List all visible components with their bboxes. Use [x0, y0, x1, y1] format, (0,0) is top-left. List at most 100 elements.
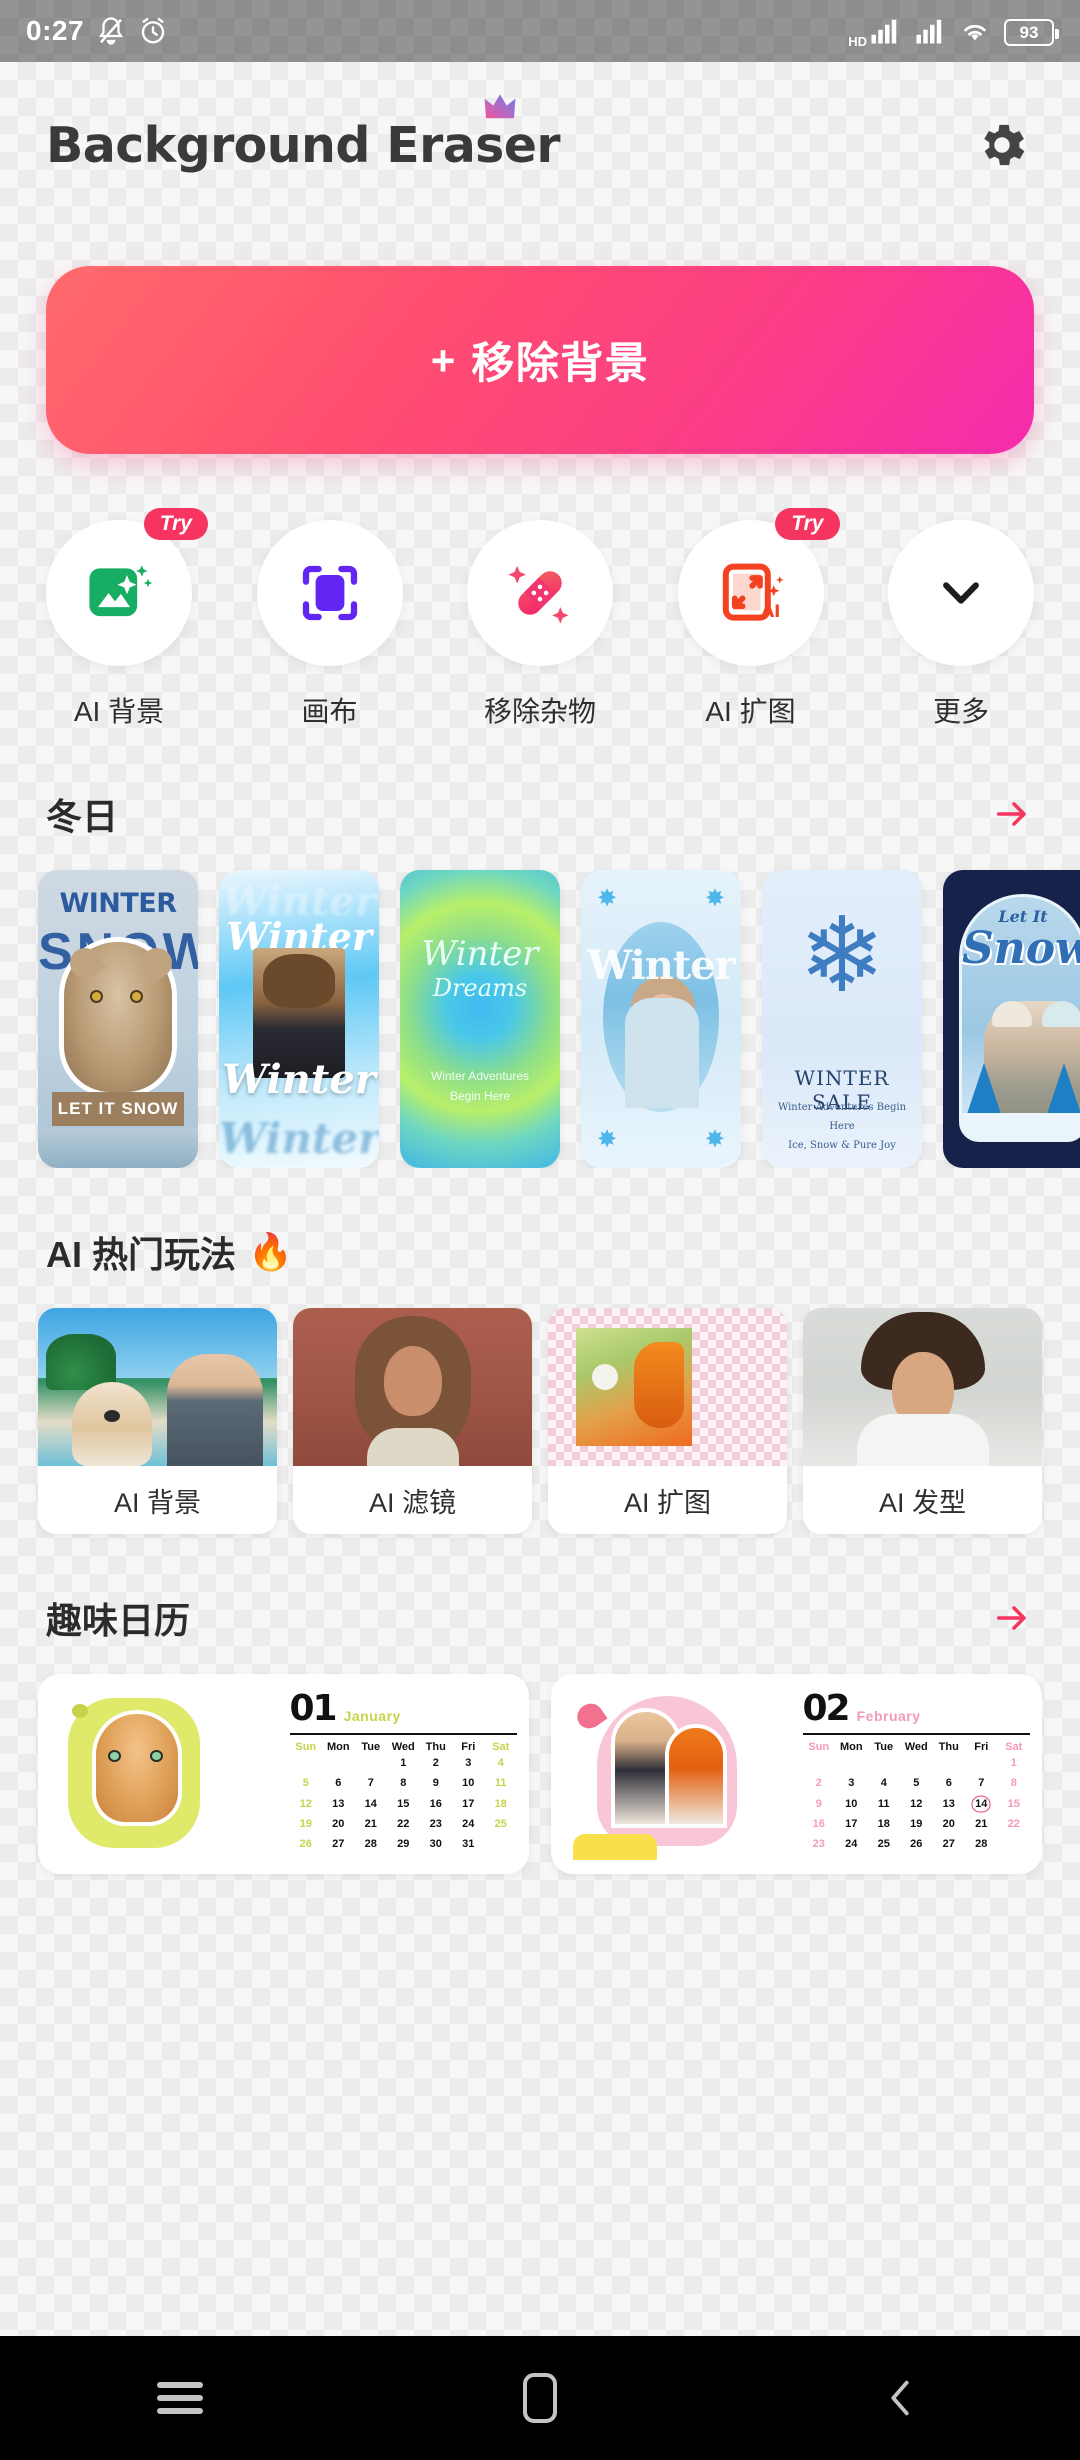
ai-card-expand[interactable]: AI 扩图 [548, 1308, 787, 1534]
calendar-date-cell: 30 [429, 1838, 442, 1851]
calendar-day-header: Wed [391, 1741, 415, 1753]
template-card[interactable]: Let It Snow [943, 870, 1080, 1168]
calendar-month-number: 01 [289, 1688, 338, 1729]
back-button[interactable] [840, 2363, 960, 2433]
card-decor [856, 1414, 989, 1466]
calendar-date-cell: 11 [877, 1797, 890, 1810]
calendar-date-cell: 14 [965, 1794, 998, 1814]
calendar-day-header: Fri [461, 1741, 476, 1753]
signal-bars-icon [871, 19, 897, 44]
template-caption: Winter Adventures Begin Here Ice, Snow &… [762, 1098, 922, 1155]
calendar-day-header: Sat [492, 1741, 510, 1753]
crown-icon [484, 93, 516, 118]
tool-more[interactable]: 更多 [878, 520, 1044, 730]
tool-circle [888, 520, 1034, 666]
winter-template-strip[interactable]: WINTER SNOW LET IT SNOW Winter Winter Wi… [0, 840, 1080, 1168]
calendar-date-cell: 25 [877, 1838, 890, 1851]
tool-canvas[interactable]: 画布 [247, 520, 413, 730]
template-card[interactable]: WINTER SNOW LET IT SNOW [38, 870, 198, 1168]
heart-icon [572, 1698, 608, 1734]
calendar-dates: 1 2 3 4 5 6 7 8 9 10 11 12 13 14 15 16 17 18 19 20 21 22 23 24 2… [290, 1753, 518, 1855]
calendar-date-cell: 22 [397, 1818, 410, 1831]
card-decor [263, 954, 335, 1008]
mute-bell-icon [98, 17, 124, 45]
ai-card-filter[interactable]: AI 滤镜 [293, 1308, 532, 1534]
section-title: 趣味日历 [46, 1600, 191, 1641]
ai-popular-grid: AI 背景 AI 滤镜 AI 扩图 AI 发型 [0, 1278, 1080, 1534]
recents-button[interactable] [120, 2363, 240, 2433]
calendar-date-cell: 3 [848, 1777, 855, 1790]
remove-background-button[interactable]: + 移除背景 [46, 266, 1034, 454]
calendar-date-cell: 27 [942, 1838, 955, 1851]
home-button[interactable] [480, 2363, 600, 2433]
plus-icon: + [430, 337, 456, 384]
calendar-date-cell: 26 [910, 1838, 923, 1851]
tool-icon-wrap [888, 520, 1034, 666]
card-decor [108, 1750, 121, 1762]
calendar-day-header: Sat [1005, 1741, 1023, 1753]
canvas-crop-icon [302, 565, 357, 621]
status-bar-right: HD 93 [848, 16, 1059, 48]
template-card[interactable]: ✸ ✸ ✸ ✸ Winter [581, 870, 741, 1168]
calendar-day-headers: Sun Mon Tue Wed Thu Fri Sat [803, 1741, 1031, 1753]
calendar-day-header: Tue [361, 1741, 381, 1753]
section-title: 冬日 [46, 796, 119, 837]
template-caption-line2: Ice, Snow & Pure Joy [788, 1140, 896, 1151]
settings-button[interactable] [970, 113, 1034, 177]
calendar-date-cell: 19 [910, 1818, 923, 1831]
tool-label: 画布 [301, 696, 358, 727]
ai-background-icon [89, 565, 153, 617]
ai-expand-icon: AI [722, 563, 783, 621]
ai-card-label: AI 滤镜 [368, 1487, 456, 1518]
calendar-date-cell: 24 [845, 1838, 858, 1851]
tool-ai-expand[interactable]: AI Try AI 扩图 [668, 508, 840, 730]
calendar-day-header: Thu [938, 1741, 959, 1753]
status-time: 0:27 [26, 15, 85, 46]
ai-card-background[interactable]: AI 背景 [38, 1308, 277, 1534]
calendar-date-cell: 21 [975, 1818, 988, 1831]
calendar-date-cell: 2 [815, 1777, 822, 1790]
calendar-date-cell: 15 [397, 1797, 410, 1810]
calendar-date-cell: 21 [364, 1818, 377, 1831]
tool-label: 更多 [932, 696, 989, 727]
app-screen: 0:27 HD 93 Background Eraser + 移除背景 Try … [0, 0, 1080, 2460]
template-card[interactable]: ❄ WINTER SALE Winter Adventures Begin He… [762, 870, 922, 1168]
calendar-head: 02 February [803, 1688, 1031, 1729]
tool-remove-object[interactable]: 移除杂物 [457, 520, 623, 730]
ai-card-hairstyle[interactable]: AI 发型 [803, 1308, 1042, 1534]
calendar-date-cell: 14 [364, 1797, 377, 1810]
ai-card-label: AI 扩图 [623, 1487, 711, 1518]
template-line-1: Winter [421, 934, 539, 974]
calendar-date-cell: 28 [975, 1838, 988, 1851]
template-card[interactable]: Winter Dreams Winter Adventures Begin He… [400, 870, 560, 1168]
tool-circle [467, 520, 613, 666]
page-body: Background Eraser + 移除背景 Try AI 背景 画布 移除… [0, 62, 1080, 2336]
calendar-date-cell: 28 [364, 1838, 377, 1851]
card-photo [167, 1354, 263, 1466]
cartoon-woman-portrait-thumb [293, 1308, 532, 1466]
calendar-card-february[interactable]: 02 February Sun Mon Tue Wed Thu Fri Sat 123456… [551, 1674, 1042, 1874]
card-decor [104, 1410, 120, 1422]
calendar-day-header: Mon [839, 1741, 863, 1753]
calendar-date-cell: 12 [910, 1797, 923, 1810]
calendar-day-header: Tue [874, 1741, 894, 1753]
tool-ai-background[interactable]: Try AI 背景 [36, 508, 208, 730]
calendar-date-cell: 23 [812, 1838, 825, 1851]
calendar-date-cell: 18 [494, 1797, 507, 1810]
calendar-day-header: Fri [974, 1741, 989, 1753]
calendar-card-january[interactable]: 01 January Sun Mon Tue Wed Thu Fri Sat 1234567… [38, 1674, 529, 1874]
section-header-ai-popular: AI 热门玩法 🔥 [0, 1168, 1080, 1278]
template-card[interactable]: Winter Winter Winter Winter [219, 870, 379, 1168]
winter-see-all-button[interactable] [990, 792, 1034, 836]
status-bar: 0:27 HD 93 [0, 0, 1080, 62]
calendar-see-all-button[interactable] [990, 1596, 1034, 1640]
january-cat-art [50, 1688, 284, 1860]
card-decor [366, 1428, 459, 1466]
try-badge: Try [775, 508, 840, 540]
calendar-date-cell: 8 [1010, 1777, 1017, 1790]
calendar-date-cell: 31 [462, 1838, 475, 1851]
card-decor [38, 1128, 198, 1168]
section-header-winter: 冬日 [0, 730, 1080, 840]
snowflake-icon: ✸ [704, 1126, 725, 1153]
snowflake-icon: ✸ [704, 885, 725, 912]
